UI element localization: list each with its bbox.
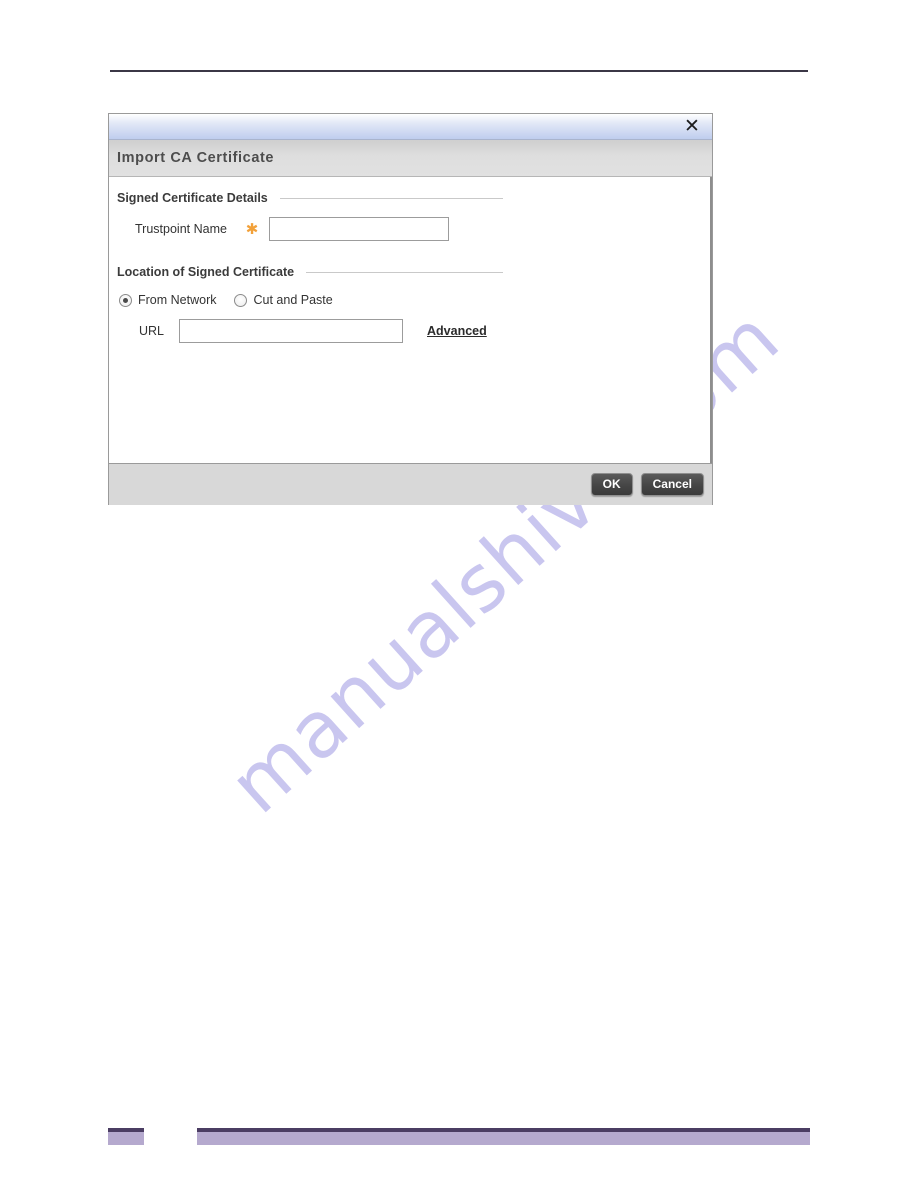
cancel-button[interactable]: Cancel	[640, 473, 704, 496]
section-title-signed-certificate-details: Signed Certificate Details	[117, 191, 268, 205]
footer-bar-right-band	[197, 1132, 810, 1145]
page-header-rule	[110, 70, 808, 72]
url-label: URL	[139, 324, 165, 338]
section-title-location-of-signed-certificate: Location of Signed Certificate	[117, 265, 295, 279]
dialog-body: Signed Certificate Details Trustpoint Na…	[109, 177, 712, 463]
radio-label-cut-and-paste: Cut and Paste	[253, 293, 333, 307]
page-footer	[0, 1128, 918, 1158]
required-asterisk-icon: ✱	[245, 220, 259, 238]
url-input[interactable]	[179, 319, 403, 343]
certificate-location-radio-group: From Network Cut and Paste	[119, 293, 712, 307]
dialog-titlebar: ✕	[109, 114, 712, 140]
footer-bar-left-band	[108, 1132, 144, 1145]
radio-option-from-network[interactable]: From Network	[119, 293, 216, 307]
section-header-signed-certificate-details: Signed Certificate Details	[117, 191, 503, 205]
radio-label-from-network: From Network	[138, 293, 217, 307]
url-row: URL Advanced	[117, 319, 712, 343]
footer-bar-left	[108, 1128, 144, 1145]
dialog-title: Import CA Certificate	[117, 150, 275, 166]
dialog-footer: OK Cancel	[109, 463, 712, 505]
trustpoint-name-label: Trustpoint Name	[135, 222, 227, 236]
section-header-location-of-signed-certificate: Location of Signed Certificate	[117, 265, 503, 279]
trustpoint-name-row: Trustpoint Name ✱	[117, 217, 712, 241]
section-divider	[306, 271, 503, 273]
vertical-scrollbar[interactable]	[710, 177, 712, 463]
section-divider	[279, 197, 503, 199]
dialog-header: Import CA Certificate	[109, 140, 712, 177]
radio-option-cut-and-paste[interactable]: Cut and Paste	[234, 293, 333, 307]
radio-button-icon-from-network[interactable]	[119, 293, 132, 307]
footer-bar-right	[197, 1128, 810, 1145]
trustpoint-name-input[interactable]	[269, 217, 449, 241]
radio-button-icon-cut-and-paste[interactable]	[234, 293, 248, 307]
ok-button[interactable]: OK	[590, 473, 633, 496]
advanced-link[interactable]: Advanced	[427, 324, 487, 338]
import-ca-certificate-dialog: ✕ Import CA Certificate Signed Certifica…	[108, 113, 713, 505]
close-icon[interactable]: ✕	[683, 116, 701, 136]
